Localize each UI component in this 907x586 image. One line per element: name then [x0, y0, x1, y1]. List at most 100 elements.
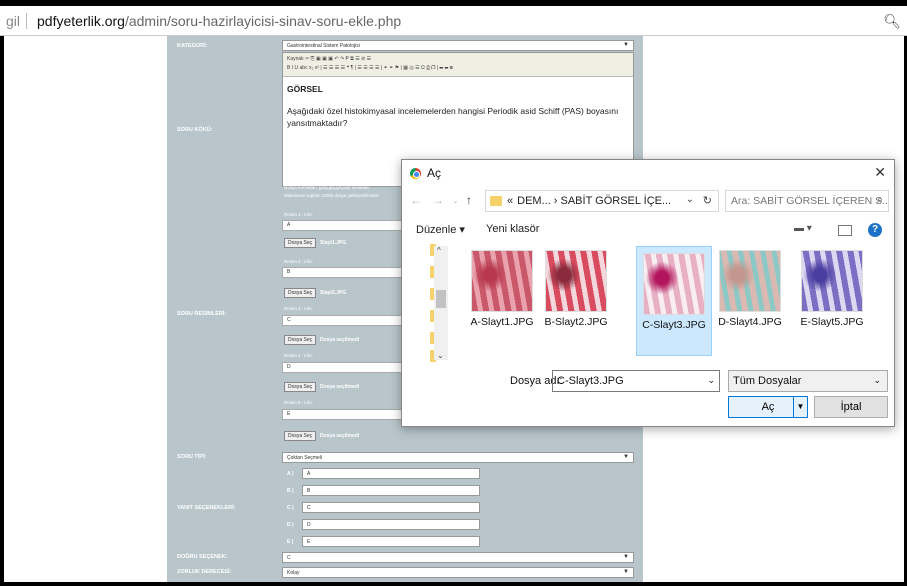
dialog-toolbar: Düzenle ▾ Yeni klasör ▬ ▾ ?: [402, 220, 894, 240]
file-choose-button-1[interactable]: Dosya Seç: [284, 238, 317, 248]
magnifier-icon[interactable]: 🔍︎: [883, 13, 901, 30]
format-note-2: Maksimum toplam 10mb dosya yükleyebilirs…: [284, 193, 381, 198]
cancel-button[interactable]: İptal: [814, 396, 888, 418]
scroll-up-icon[interactable]: ^: [437, 246, 441, 255]
file-thumbnail[interactable]: C-Slayt3.JPG: [636, 246, 712, 356]
resim-5-input[interactable]: E: [282, 409, 412, 420]
resim-4-input[interactable]: D: [282, 362, 412, 373]
refresh-icon[interactable]: ↻: [703, 194, 712, 207]
dogru-secenek-value: C: [287, 555, 291, 561]
resim-2-input[interactable]: B: [282, 267, 412, 278]
help-icon[interactable]: ?: [868, 223, 882, 237]
kategori-value: Gastrointestinal Sistem Patolojisi: [287, 43, 360, 49]
dialog-title: Aç: [427, 166, 442, 180]
close-icon[interactable]: ✕: [874, 164, 886, 181]
filename-input[interactable]: C-Slayt3.JPG ⌄: [552, 370, 720, 392]
editor-toolbar-row-1[interactable]: Kaynak ✂ ⎘ ▣ ▣ ▣ ↶ ↷ Ᵽ ⧉ ☰ ⊘ ☰: [287, 55, 629, 64]
file-name: C-Slayt3.JPG: [642, 319, 706, 331]
image-preview: [471, 250, 533, 312]
kategori-label: KATEGORİ:: [177, 43, 208, 49]
format-note-1: Dosya formatları 'jpeg,jpg,gif,png' olma…: [284, 185, 371, 190]
scroll-thumb[interactable]: [436, 290, 446, 308]
folder-icon: [490, 196, 502, 206]
editor-toolbar[interactable]: Kaynak ✂ ⎘ ▣ ▣ ▣ ↶ ↷ Ᵽ ⧉ ☰ ⊘ ☰ B I U abc…: [283, 53, 633, 77]
dialog-titlebar[interactable]: Aç: [402, 160, 894, 186]
option-letter-e: E ): [287, 539, 294, 545]
option-input-e[interactable]: E: [302, 536, 480, 547]
dogru-secenek-select[interactable]: C ▼: [282, 552, 634, 563]
file-type-filter[interactable]: Tüm Dosyalar ⌄: [728, 370, 888, 392]
option-input-c[interactable]: C: [302, 502, 480, 513]
editor-heading: GÖRSEL: [287, 84, 323, 94]
editor-body[interactable]: GÖRSEL Aşağıdaki özel histokimyasal ince…: [283, 77, 633, 135]
soru-tipi-label: SORU TİPİ:: [177, 454, 207, 460]
dialog-navbar: ← → ⌄ ↑ « DEM... › SABİT GÖRSEL İÇE... ⌄…: [402, 188, 894, 214]
view-options-icon[interactable]: ▬ ▾: [794, 223, 812, 234]
dropdown-arrow-icon: ▼: [623, 569, 629, 575]
file-thumbnail[interactable]: D-Slayt4.JPG: [712, 246, 788, 356]
dogru-secenek-label: DOĞRU SEÇENEK:: [177, 554, 228, 560]
dropdown-arrow-icon: ▼: [623, 42, 629, 48]
new-folder-button[interactable]: Yeni klasör: [486, 223, 539, 235]
url-domain: pdfyeterlik.org: [37, 12, 125, 29]
folder-search-input[interactable]: Ara: SABİT GÖRSEL İÇEREN S... ⌕: [725, 190, 889, 212]
image-preview: [719, 250, 781, 312]
file-thumbnail[interactable]: B-Slayt2.JPG: [538, 246, 614, 356]
organize-menu[interactable]: Düzenle ▾: [416, 223, 465, 236]
file-choose-button-5[interactable]: Dosya Seç: [284, 431, 317, 441]
kategori-select[interactable]: Gastrointestinal Sistem Patolojisi ▼: [282, 40, 634, 51]
image-preview: [545, 250, 607, 312]
screen: gil pdfyeterlik.org /admin/soru-hazirlay…: [0, 0, 907, 586]
chevron-down-icon[interactable]: ⌄: [707, 375, 715, 386]
resim-4-label: Resim 4 : info:: [284, 353, 313, 358]
zorluk-label: ZORLUK DERECESİ:: [177, 569, 232, 575]
scroll-down-icon[interactable]: ⌄: [437, 351, 444, 360]
yanit-secenekleri-label: YANIT SEÇENEKLERİ:: [177, 505, 236, 511]
up-arrow-icon[interactable]: ↑: [466, 193, 472, 207]
file-state-4: Dosya seçilmedi: [320, 384, 360, 390]
soru-tipi-select[interactable]: Çoktan Seçmeli ▼: [282, 452, 634, 463]
option-input-d[interactable]: D: [302, 519, 480, 530]
path-breadcrumb[interactable]: « DEM... › SABİT GÖRSEL İÇE... ⌄ ↻: [485, 190, 719, 212]
chrome-icon: [410, 167, 421, 179]
back-arrow-icon[interactable]: ←: [410, 193, 422, 207]
zorluk-select[interactable]: Kolay ▼: [282, 567, 634, 578]
file-choose-button-3[interactable]: Dosya Seç: [284, 335, 317, 345]
file-thumbnail[interactable]: A-Slayt1.JPG: [464, 246, 540, 356]
filename-value: C-Slayt3.JPG: [557, 375, 624, 387]
resim-5-label: Resim 5 : info:: [284, 400, 313, 405]
file-name: E-Slayt5.JPG: [800, 316, 864, 328]
dropdown-arrow-icon: ▼: [623, 554, 629, 560]
editor-toolbar-row-2[interactable]: B I U abc x₂ x² | ☰ ☰ ☰ ☰ ❝ ¶ | ☰ ☰ ☰ ☰ …: [287, 64, 629, 73]
option-input-b[interactable]: B: [302, 485, 480, 496]
file-choose-button-4[interactable]: Dosya Seç: [284, 382, 317, 392]
path-text: DEM... › SABİT GÖRSEL İÇE...: [517, 195, 672, 207]
option-input-a[interactable]: A: [302, 468, 480, 479]
soru-resimleri-label: SORU RESİMLERİ:: [177, 311, 227, 317]
resim-1-input[interactable]: A: [282, 220, 412, 231]
separator: [26, 12, 28, 29]
resim-3-label: Resim 3 : info:: [284, 306, 313, 311]
forward-arrow-icon[interactable]: →: [432, 193, 444, 207]
history-dropdown-icon[interactable]: ⌄: [452, 196, 459, 205]
chevron-down-icon[interactable]: ⌄: [686, 194, 694, 205]
option-letter-d: D ): [287, 522, 294, 528]
resim-3-input[interactable]: C: [282, 315, 412, 326]
preview-pane-icon[interactable]: [838, 225, 852, 236]
option-letter-c: C ): [287, 505, 294, 511]
dropdown-arrow-icon: ▼: [623, 454, 629, 460]
address-bar[interactable]: gil pdfyeterlik.org /admin/soru-hazirlay…: [0, 6, 907, 36]
file-choose-button-2[interactable]: Dosya Seç: [284, 288, 317, 298]
option-letter-b: B ): [287, 488, 294, 494]
soru-tipi-value: Çoktan Seçmeli: [287, 455, 323, 461]
open-button[interactable]: Aç ▼: [728, 396, 808, 418]
search-icon: ⌕: [876, 194, 883, 206]
resim-1-label: Resim 1 : info:: [284, 212, 313, 217]
file-thumbnail[interactable]: E-Slayt5.JPG: [794, 246, 870, 356]
split-dropdown-icon[interactable]: ▼: [793, 397, 807, 417]
file-state-2: Slayt2.JPG: [320, 290, 347, 296]
path-prefix: «: [507, 195, 514, 207]
file-state-1: Slayt1.JPG: [320, 240, 347, 246]
editor-question-text: Aşağıdaki özel histokimyasal incelemeler…: [287, 106, 619, 128]
nav-pane-scrollbar[interactable]: ^ ⌄: [434, 246, 448, 360]
